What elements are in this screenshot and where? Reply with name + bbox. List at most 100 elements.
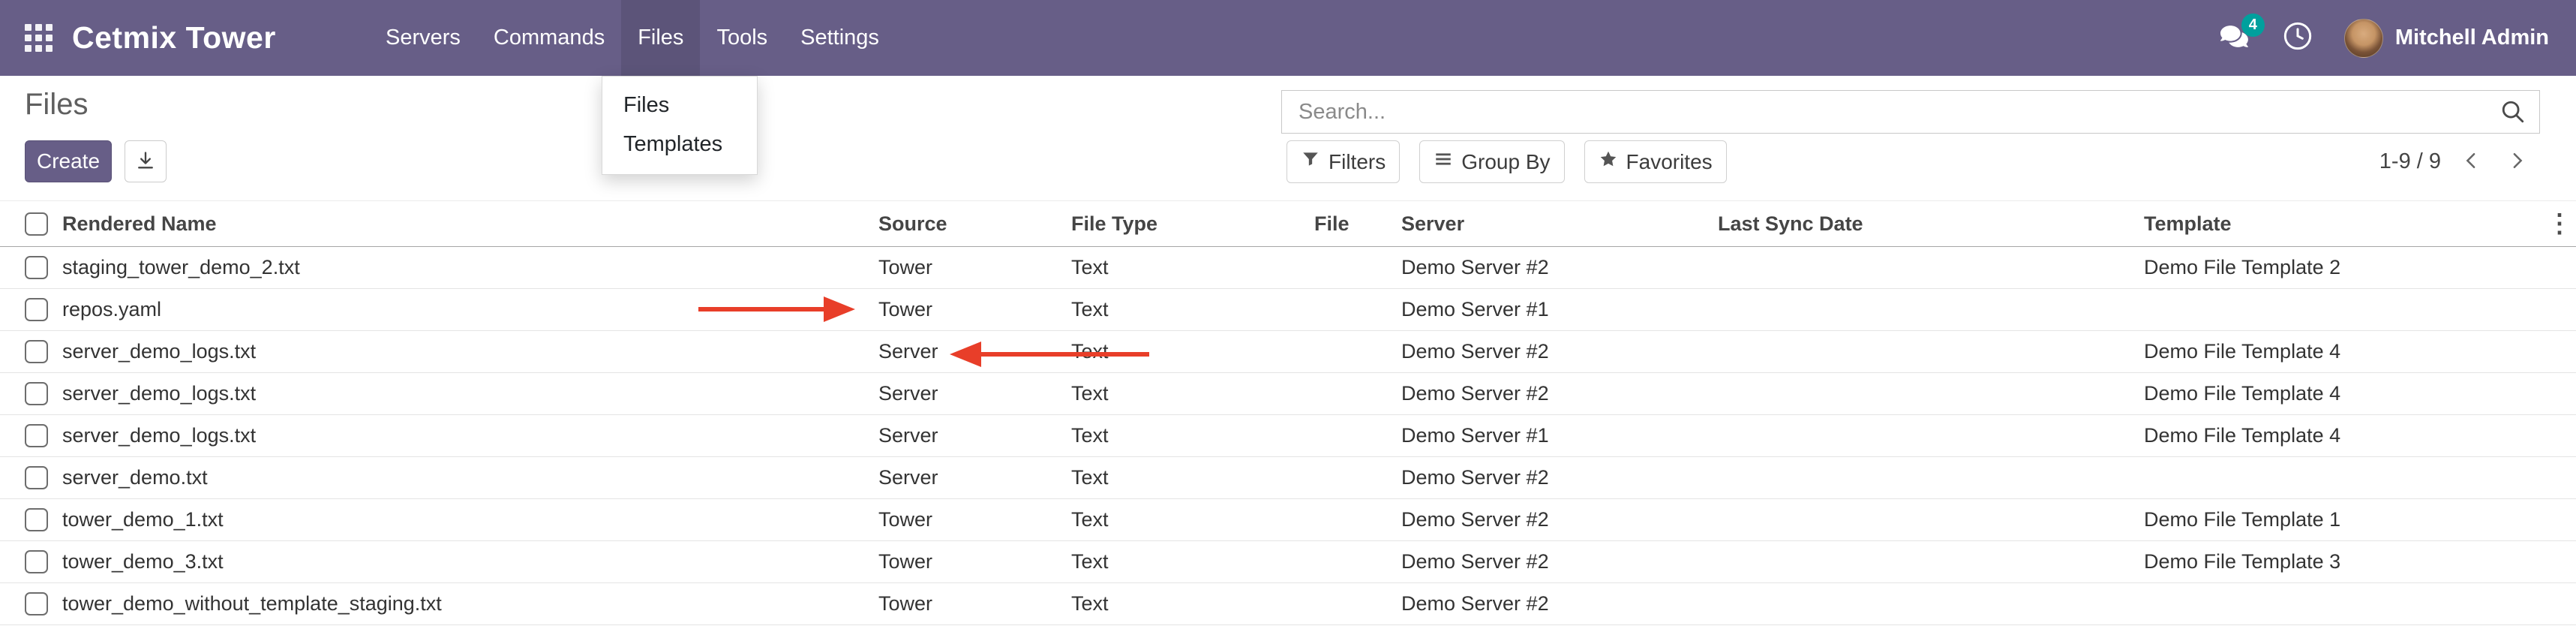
cell-file[interactable] bbox=[1311, 289, 1398, 331]
activity-button[interactable] bbox=[2283, 21, 2313, 55]
pager-next-button[interactable] bbox=[2502, 145, 2531, 179]
dropdown-item-templates[interactable]: Templates bbox=[602, 125, 757, 164]
cell-last-sync-date[interactable] bbox=[1715, 583, 2141, 625]
cell-server[interactable]: Demo Server #2 bbox=[1398, 499, 1715, 541]
cell-rendered-name[interactable]: staging_tower_demo_2.txt bbox=[56, 247, 875, 289]
cell-server[interactable]: Demo Server #2 bbox=[1398, 541, 1715, 583]
cell-file-type[interactable]: Text bbox=[1068, 457, 1311, 499]
menu-item-settings[interactable]: Settings bbox=[784, 0, 896, 76]
cell-template[interactable]: Demo File Template 3 bbox=[2141, 541, 2543, 583]
cell-template[interactable] bbox=[2141, 289, 2543, 331]
dropdown-item-files[interactable]: Files bbox=[602, 86, 757, 125]
cell-rendered-name[interactable]: repos.yaml bbox=[56, 289, 875, 331]
cell-file[interactable] bbox=[1311, 541, 1398, 583]
cell-file-type[interactable]: Text bbox=[1068, 331, 1311, 373]
column-header-server[interactable]: Server bbox=[1398, 201, 1715, 247]
cell-file[interactable] bbox=[1311, 415, 1398, 457]
cell-server[interactable]: Demo Server #2 bbox=[1398, 583, 1715, 625]
column-header-template[interactable]: Template bbox=[2141, 201, 2543, 247]
search-input[interactable] bbox=[1282, 91, 2500, 133]
cell-file-type[interactable]: Text bbox=[1068, 499, 1311, 541]
cell-template[interactable]: Demo File Template 1 bbox=[2141, 499, 2543, 541]
cell-file-type[interactable]: Text bbox=[1068, 247, 1311, 289]
column-header-last-sync-date[interactable]: Last Sync Date bbox=[1715, 201, 2141, 247]
table-row[interactable]: server_demo_logs.txt Server Text Demo Se… bbox=[0, 415, 2576, 457]
download-button[interactable] bbox=[125, 140, 167, 182]
row-checkbox[interactable] bbox=[25, 340, 48, 363]
cell-template[interactable] bbox=[2141, 457, 2543, 499]
cell-server[interactable]: Demo Server #1 bbox=[1398, 415, 1715, 457]
column-header-source[interactable]: Source bbox=[875, 201, 1068, 247]
row-checkbox[interactable] bbox=[25, 592, 48, 615]
cell-source[interactable]: Server bbox=[875, 373, 1068, 415]
cell-last-sync-date[interactable] bbox=[1715, 457, 2141, 499]
cell-source[interactable]: Tower bbox=[875, 247, 1068, 289]
cell-last-sync-date[interactable] bbox=[1715, 373, 2141, 415]
cell-last-sync-date[interactable] bbox=[1715, 247, 2141, 289]
menu-item-servers[interactable]: Servers bbox=[369, 0, 477, 76]
cell-source[interactable]: Tower bbox=[875, 541, 1068, 583]
row-checkbox[interactable] bbox=[25, 424, 48, 447]
cell-file[interactable] bbox=[1311, 247, 1398, 289]
row-checkbox[interactable] bbox=[25, 508, 48, 531]
cell-last-sync-date[interactable] bbox=[1715, 415, 2141, 457]
cell-file[interactable] bbox=[1311, 331, 1398, 373]
cell-last-sync-date[interactable] bbox=[1715, 331, 2141, 373]
cell-template[interactable]: Demo File Template 4 bbox=[2141, 373, 2543, 415]
pager-previous-button[interactable] bbox=[2457, 145, 2486, 179]
table-row[interactable]: staging_tower_demo_2.txt Tower Text Demo… bbox=[0, 247, 2576, 289]
search-icon[interactable] bbox=[2500, 99, 2526, 125]
column-header-file-type[interactable]: File Type bbox=[1068, 201, 1311, 247]
cell-file-type[interactable]: Text bbox=[1068, 289, 1311, 331]
column-header-rendered-name[interactable]: Rendered Name bbox=[56, 201, 875, 247]
optional-columns-toggle-icon[interactable]: ⋮ bbox=[2547, 209, 2572, 238]
cell-last-sync-date[interactable] bbox=[1715, 541, 2141, 583]
table-row[interactable]: tower_demo_without_template_staging.txt … bbox=[0, 583, 2576, 625]
cell-source[interactable]: Server bbox=[875, 457, 1068, 499]
row-checkbox[interactable] bbox=[25, 550, 48, 573]
menu-item-commands[interactable]: Commands bbox=[477, 0, 621, 76]
cell-server[interactable]: Demo Server #1 bbox=[1398, 289, 1715, 331]
cell-server[interactable]: Demo Server #2 bbox=[1398, 457, 1715, 499]
cell-rendered-name[interactable]: server_demo_logs.txt bbox=[56, 373, 875, 415]
favorites-button[interactable]: Favorites bbox=[1584, 140, 1727, 183]
app-brand[interactable]: Cetmix Tower bbox=[72, 0, 276, 76]
cell-template[interactable]: Demo File Template 4 bbox=[2141, 415, 2543, 457]
cell-file-type[interactable]: Text bbox=[1068, 583, 1311, 625]
table-row[interactable]: repos.yaml Tower Text Demo Server #1 bbox=[0, 289, 2576, 331]
column-header-file[interactable]: File bbox=[1311, 201, 1398, 247]
apps-grid-icon[interactable] bbox=[25, 24, 53, 52]
table-row[interactable]: server_demo.txt Server Text Demo Server … bbox=[0, 457, 2576, 499]
cell-source[interactable]: Server bbox=[875, 415, 1068, 457]
row-checkbox[interactable] bbox=[25, 298, 48, 321]
cell-source[interactable]: Tower bbox=[875, 499, 1068, 541]
cell-last-sync-date[interactable] bbox=[1715, 289, 2141, 331]
cell-template[interactable]: Demo File Template 2 bbox=[2141, 247, 2543, 289]
cell-template[interactable]: Demo File Template 4 bbox=[2141, 331, 2543, 373]
filters-button[interactable]: Filters bbox=[1286, 140, 1400, 183]
group-by-button[interactable]: Group By bbox=[1419, 140, 1564, 183]
row-checkbox[interactable] bbox=[25, 382, 48, 405]
table-row[interactable]: server_demo_logs.txt Server Text Demo Se… bbox=[0, 373, 2576, 415]
cell-rendered-name[interactable]: server_demo_logs.txt bbox=[56, 331, 875, 373]
cell-template[interactable] bbox=[2141, 583, 2543, 625]
cell-server[interactable]: Demo Server #2 bbox=[1398, 331, 1715, 373]
cell-file-type[interactable]: Text bbox=[1068, 373, 1311, 415]
messages-button[interactable]: 4 bbox=[2220, 23, 2251, 54]
cell-rendered-name[interactable]: tower_demo_without_template_staging.txt bbox=[56, 583, 875, 625]
table-row[interactable]: tower_demo_3.txt Tower Text Demo Server … bbox=[0, 541, 2576, 583]
row-checkbox[interactable] bbox=[25, 256, 48, 279]
cell-file[interactable] bbox=[1311, 373, 1398, 415]
cell-server[interactable]: Demo Server #2 bbox=[1398, 247, 1715, 289]
select-all-checkbox[interactable] bbox=[25, 212, 48, 236]
cell-file-type[interactable]: Text bbox=[1068, 415, 1311, 457]
user-menu[interactable]: Mitchell Admin bbox=[2344, 19, 2549, 58]
cell-rendered-name[interactable]: server_demo_logs.txt bbox=[56, 415, 875, 457]
create-button[interactable]: Create bbox=[25, 140, 112, 182]
menu-item-tools[interactable]: Tools bbox=[700, 0, 784, 76]
cell-source[interactable]: Server bbox=[875, 331, 1068, 373]
cell-rendered-name[interactable]: tower_demo_1.txt bbox=[56, 499, 875, 541]
table-row[interactable]: tower_demo_1.txt Tower Text Demo Server … bbox=[0, 499, 2576, 541]
cell-file[interactable] bbox=[1311, 457, 1398, 499]
cell-file-type[interactable]: Text bbox=[1068, 541, 1311, 583]
